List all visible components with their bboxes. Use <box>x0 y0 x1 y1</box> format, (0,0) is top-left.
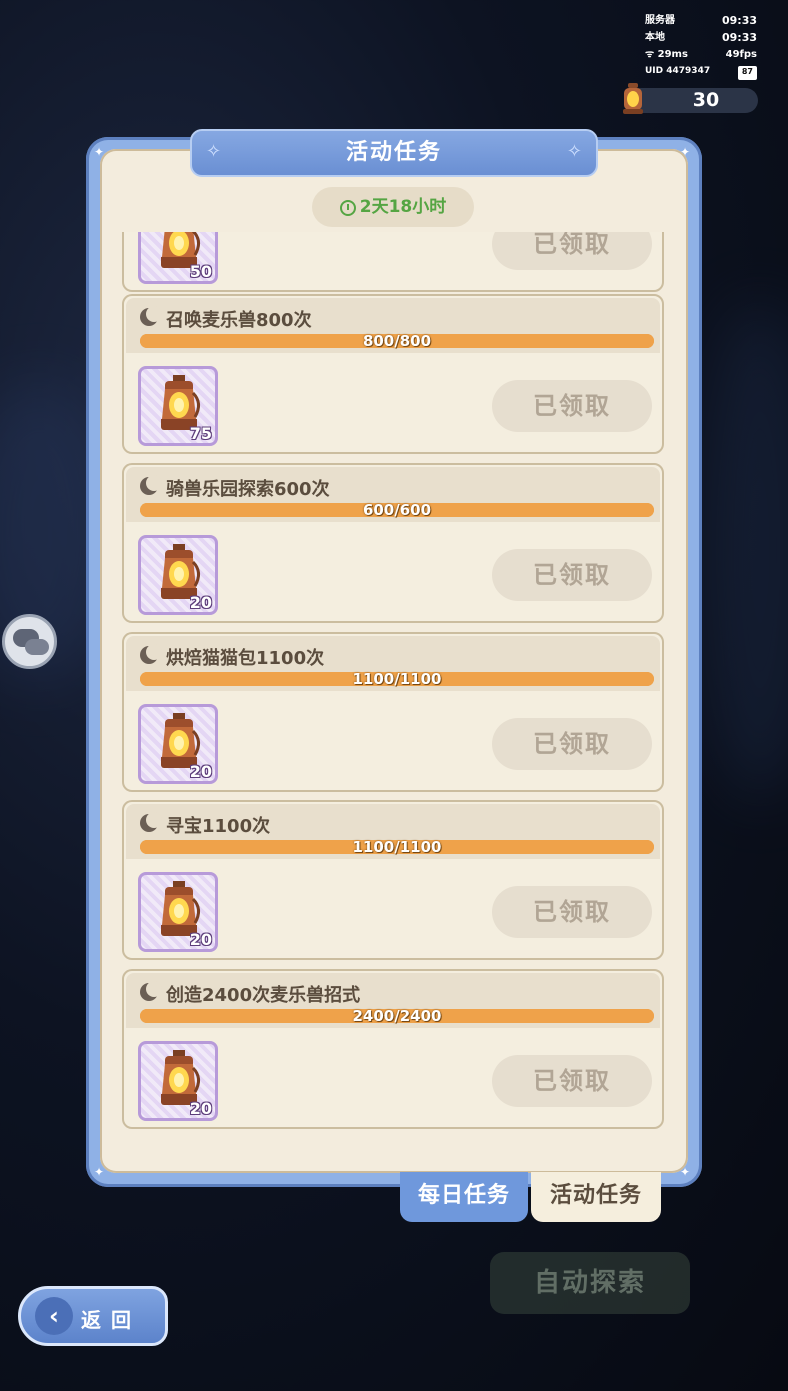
battery-icon: 87 <box>737 66 757 80</box>
task-card: 创造2400次麦乐兽招式 2400/2400 20 已领取 <box>122 969 664 1129</box>
reward-quantity: 20 <box>189 593 212 612</box>
back-button[interactable]: ‹ 返回 <box>18 1286 168 1346</box>
uid-label: UID 4479347 <box>645 66 711 76</box>
reward-item[interactable]: 20 <box>138 872 218 952</box>
task-title: 创造2400次麦乐兽招式 <box>166 985 361 1006</box>
local-label: 本地 <box>645 32 665 43</box>
progress-text: 2400/2400 <box>352 1007 442 1025</box>
progress-text: 600/600 <box>362 501 432 519</box>
task-header: 召唤麦乐兽800次 800/800 <box>126 298 660 353</box>
task-header: 骑兽乐园探索600次 600/600 <box>126 467 660 522</box>
task-card: 寻宝1100次 1100/1100 20 已领取 <box>122 800 664 960</box>
progress-text: 1100/1100 <box>352 838 442 856</box>
claimed-button[interactable]: 已领取 <box>492 1055 652 1107</box>
task-title: 寻宝1100次 <box>166 816 271 837</box>
moon-icon <box>140 475 162 495</box>
panel-title: 活动任务 <box>345 140 442 165</box>
corner-star-icon: ✦ <box>94 1165 105 1179</box>
claimed-button[interactable]: 已领取 <box>492 549 652 601</box>
moon-icon <box>140 644 162 664</box>
reward-quantity: 75 <box>189 424 212 443</box>
currency-counter: 30 <box>623 83 758 114</box>
reward-quantity: 20 <box>189 930 212 949</box>
tab-daily-tasks[interactable]: 每日任务 <box>400 1172 528 1222</box>
corner-star-icon: ✦ <box>94 145 105 159</box>
reward-item[interactable]: 20 <box>138 1041 218 1121</box>
task-card: 50 已领取 <box>122 232 664 292</box>
progress-bar: 600/600 <box>140 501 654 519</box>
task-header: 创造2400次麦乐兽招式 2400/2400 <box>126 973 660 1028</box>
progress-bar: 1100/1100 <box>140 838 654 856</box>
clock-icon <box>339 200 356 216</box>
task-header: 寻宝1100次 1100/1100 <box>126 804 660 859</box>
server-label: 服务器 <box>645 15 675 26</box>
moon-icon <box>140 306 162 326</box>
status-hud: 服务器 09:33 本地 09:33 ᯤ 29ms 49fps UID 4479347… <box>645 12 757 80</box>
wifi-icon: ᯤ <box>645 49 658 60</box>
task-card: 骑兽乐园探索600次 600/600 20 已领取 <box>122 463 664 623</box>
progress-text: 800/800 <box>362 332 432 350</box>
claimed-button[interactable]: 已领取 <box>492 380 652 432</box>
progress-bar: 2400/2400 <box>140 1007 654 1025</box>
corner-star-icon: ✦ <box>680 145 691 159</box>
corner-star-icon: ✦ <box>680 1165 691 1179</box>
moon-icon <box>140 981 162 1001</box>
back-arrow-icon: ‹ <box>35 1297 73 1335</box>
task-title: 骑兽乐园探索600次 <box>166 479 330 500</box>
reward-quantity: 20 <box>189 1099 212 1118</box>
progress-bar: 1100/1100 <box>140 670 654 688</box>
back-label: 返回 <box>81 1308 141 1332</box>
lantern-icon <box>623 83 643 114</box>
auto-explore-button[interactable]: 自动探索 <box>490 1252 690 1314</box>
reward-item[interactable]: 75 <box>138 366 218 446</box>
tab-event-tasks[interactable]: 活动任务 <box>531 1172 661 1222</box>
moon-icon <box>140 812 162 832</box>
server-time: 09:33 <box>721 14 757 27</box>
claimed-button[interactable]: 已领取 <box>492 232 652 270</box>
chat-button[interactable] <box>2 614 57 669</box>
claimed-button[interactable]: 已领取 <box>492 886 652 938</box>
reward-quantity: 20 <box>189 762 212 781</box>
sparkle-icon: ✧ <box>206 141 222 162</box>
task-title: 召唤麦乐兽800次 <box>166 310 312 331</box>
currency-amount: 30 <box>692 89 720 111</box>
event-timer: 2天18小时 <box>312 187 474 227</box>
task-card: 召唤麦乐兽800次 800/800 75 已领取 <box>122 294 664 454</box>
reward-item[interactable]: 20 <box>138 704 218 784</box>
task-card: 烘焙猫猫包1100次 1100/1100 20 已领取 <box>122 632 664 792</box>
local-time: 09:33 <box>721 31 757 44</box>
timer-text: 2天18小时 <box>359 197 447 217</box>
reward-item[interactable]: 50 <box>138 232 218 284</box>
task-header: 烘焙猫猫包1100次 1100/1100 <box>126 636 660 691</box>
task-title: 烘焙猫猫包1100次 <box>166 648 325 669</box>
claimed-button[interactable]: 已领取 <box>492 718 652 770</box>
fps-value: 49fps <box>725 49 757 60</box>
task-list[interactable]: 50 已领取 召唤麦乐兽800次 800/800 75 已领取 骑兽乐园探索60… <box>110 232 678 1142</box>
progress-text: 1100/1100 <box>352 670 442 688</box>
panel-title-banner: ✧ 活动任务 ✧ <box>190 129 598 177</box>
progress-bar: 800/800 <box>140 332 654 350</box>
reward-quantity: 50 <box>189 262 212 281</box>
reward-item[interactable]: 20 <box>138 535 218 615</box>
sparkle-icon: ✧ <box>566 141 582 162</box>
background-glow <box>700 300 788 800</box>
ping-value: 29ms <box>657 49 688 60</box>
